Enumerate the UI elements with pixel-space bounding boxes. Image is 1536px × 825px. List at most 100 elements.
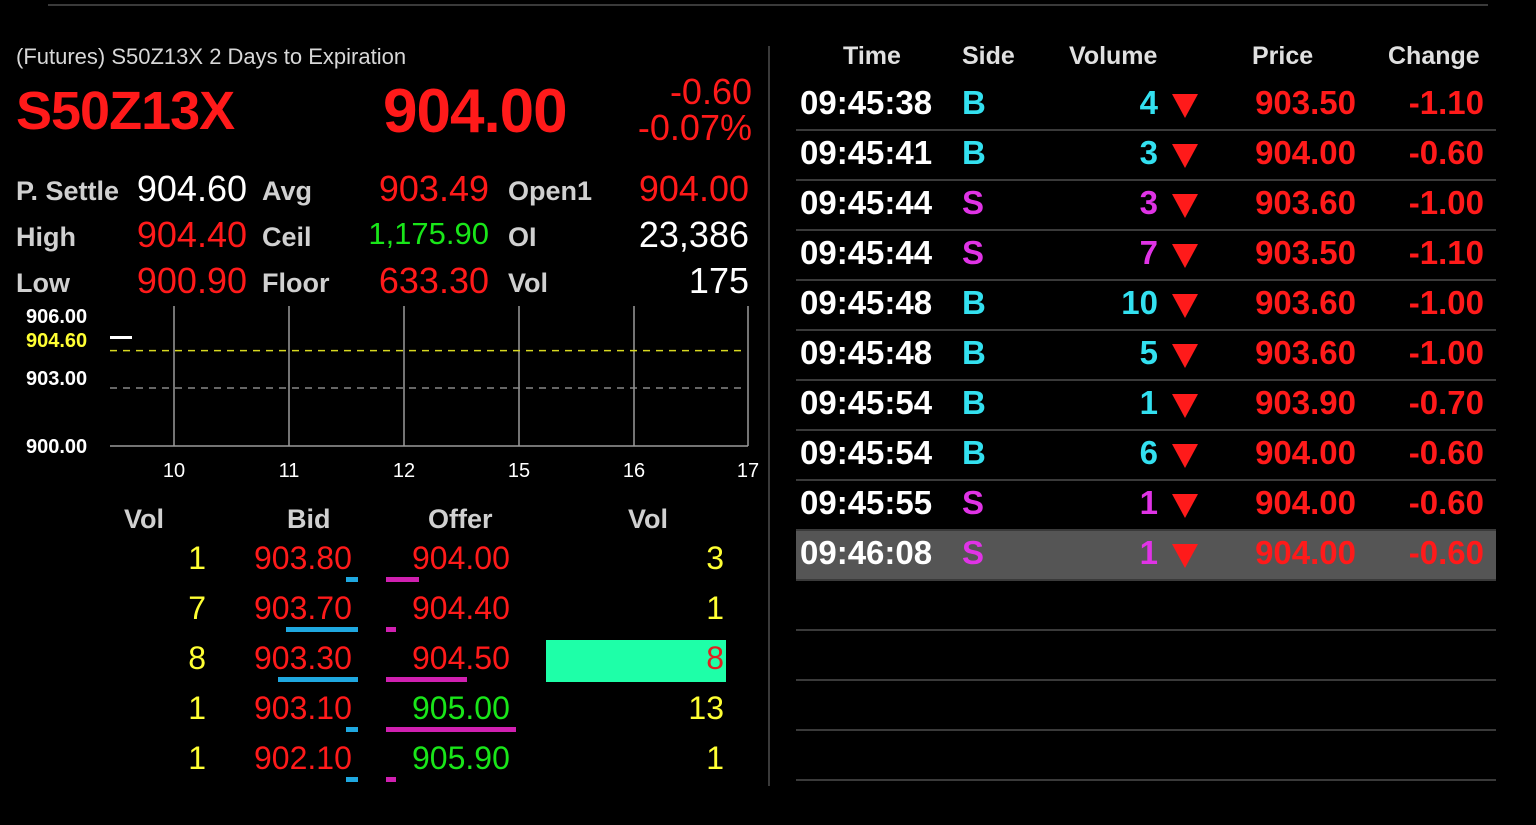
side-header: Side	[962, 42, 1015, 70]
volume-header: Volume	[1069, 42, 1158, 70]
trade-volume: 5	[1139, 334, 1158, 371]
trade-side: B	[962, 434, 986, 471]
x-tick-label: 11	[278, 460, 300, 482]
bid-depth-bar	[278, 677, 358, 682]
trade-time: 09:45:44	[800, 184, 933, 221]
row-separator	[796, 479, 1496, 481]
offer-vol-header: Vol	[628, 504, 668, 534]
row-separator	[796, 229, 1496, 231]
trade-change: -0.60	[1408, 134, 1484, 171]
row-separator	[796, 129, 1496, 131]
open1-label: Open1	[508, 176, 593, 206]
trade-change: -0.70	[1408, 384, 1484, 421]
row-separator	[796, 379, 1496, 381]
intraday-chart	[110, 306, 749, 447]
row-separator	[796, 579, 1496, 581]
oi-label: OI	[508, 222, 537, 252]
trade-volume: 1	[1139, 384, 1158, 421]
down-triangle-icon	[1172, 394, 1198, 418]
p-settle-label: P. Settle	[16, 176, 120, 206]
oi-value: 23,386	[638, 214, 749, 255]
price-change: -0.60 -0.07%	[638, 74, 752, 146]
trade-volume: 6	[1139, 434, 1158, 471]
avg-value: 903.49	[378, 168, 489, 209]
trade-side: S	[962, 484, 985, 521]
bid-price: 903.70	[254, 590, 352, 626]
trade-time: 09:45:48	[800, 334, 933, 371]
offer-volume: 1	[706, 740, 724, 776]
offer-price: 905.90	[412, 740, 510, 776]
offer-volume-highlight	[546, 640, 726, 682]
trade-change: -1.00	[1408, 334, 1484, 371]
trade-time: 09:45:38	[800, 84, 933, 121]
contract-subtitle: (Futures) S50Z13X 2 Days to Expiration	[16, 44, 407, 69]
chart-grid	[110, 306, 749, 447]
row-separator	[796, 779, 1496, 781]
trade-price: 903.60	[1255, 334, 1356, 371]
high-value: 904.40	[136, 214, 247, 255]
trade-row[interactable]: 09:45:38 B 4 903.50 -1.10	[796, 80, 1496, 130]
bid-price: 903.10	[254, 690, 352, 726]
trade-row[interactable]: 09:45:54 B 6 904.00 -0.60	[796, 430, 1496, 480]
down-triangle-icon	[1172, 194, 1198, 218]
floor-label: Floor	[262, 268, 330, 298]
trade-volume: 7	[1139, 234, 1158, 271]
bid-depth-bar	[286, 627, 358, 632]
bid-volume: 8	[188, 640, 206, 676]
trade-time: 09:45:54	[800, 384, 933, 421]
trade-row[interactable]: 09:45:44 S 3 903.60 -1.00	[796, 180, 1496, 230]
offer-depth-bar	[386, 627, 396, 632]
trade-price: 904.00	[1255, 434, 1356, 471]
bid-depth-bar	[346, 577, 358, 582]
offer-volume: 1	[706, 590, 724, 626]
trade-side: S	[962, 534, 985, 571]
row-separator	[796, 279, 1496, 281]
low-label: Low	[16, 268, 70, 298]
trade-change: -1.00	[1408, 184, 1484, 221]
row-separator	[796, 629, 1496, 631]
trade-row[interactable]: 09:46:08 S 1 904.00 -0.60	[796, 530, 1496, 580]
trade-volume: 3	[1139, 184, 1158, 221]
trade-volume: 4	[1139, 84, 1158, 121]
bid-volume: 1	[188, 690, 206, 726]
trade-price: 904.00	[1255, 534, 1356, 571]
trade-change: -0.60	[1408, 484, 1484, 521]
x-tick-label: 16	[622, 460, 646, 482]
trade-change: -1.10	[1408, 84, 1484, 121]
trade-row[interactable]: 09:45:44 S 7 903.50 -1.10	[796, 230, 1496, 280]
offer-header: Offer	[428, 504, 493, 534]
p-settle-value: 904.60	[136, 168, 247, 209]
trade-volume: 1	[1139, 484, 1158, 521]
trade-price: 903.50	[1255, 84, 1356, 121]
trade-change: -1.00	[1408, 284, 1484, 321]
trade-time: 09:45:44	[800, 234, 933, 271]
x-tick-label: 17	[736, 460, 760, 482]
offer-depth-bar	[386, 777, 396, 782]
trade-row[interactable]: 09:45:41 B 3 904.00 -0.60	[796, 130, 1496, 180]
offer-volume: 8	[706, 640, 724, 676]
offer-price: 904.40	[412, 590, 510, 626]
offer-depth-bar	[386, 577, 419, 582]
trade-row[interactable]: 09:45:55 S 1 904.00 -0.60	[796, 480, 1496, 530]
trade-change: -0.60	[1408, 434, 1484, 471]
x-tick-label: 15	[507, 460, 531, 482]
bid-volume: 7	[188, 590, 206, 626]
trade-volume: 10	[1121, 284, 1158, 321]
trade-time: 09:45:41	[800, 134, 933, 171]
time-header: Time	[843, 42, 901, 70]
trade-price: 903.60	[1255, 284, 1356, 321]
row-separator	[796, 429, 1496, 431]
floor-value: 633.30	[378, 260, 489, 301]
down-triangle-icon	[1172, 294, 1198, 318]
trade-row[interactable]: 09:45:48 B 5 903.60 -1.00	[796, 330, 1496, 380]
bid-price: 903.80	[254, 540, 352, 576]
offer-depth-bar	[386, 677, 467, 682]
trade-price: 903.60	[1255, 184, 1356, 221]
row-separator	[796, 529, 1496, 531]
price-header: Price	[1252, 42, 1314, 70]
trade-row[interactable]: 09:45:54 B 1 903.90 -0.70	[796, 380, 1496, 430]
trade-change: -0.60	[1408, 534, 1484, 571]
trade-time: 09:46:08	[800, 534, 933, 571]
trade-row[interactable]: 09:45:48 B 10 903.60 -1.00	[796, 280, 1496, 330]
trade-time: 09:45:54	[800, 434, 933, 471]
